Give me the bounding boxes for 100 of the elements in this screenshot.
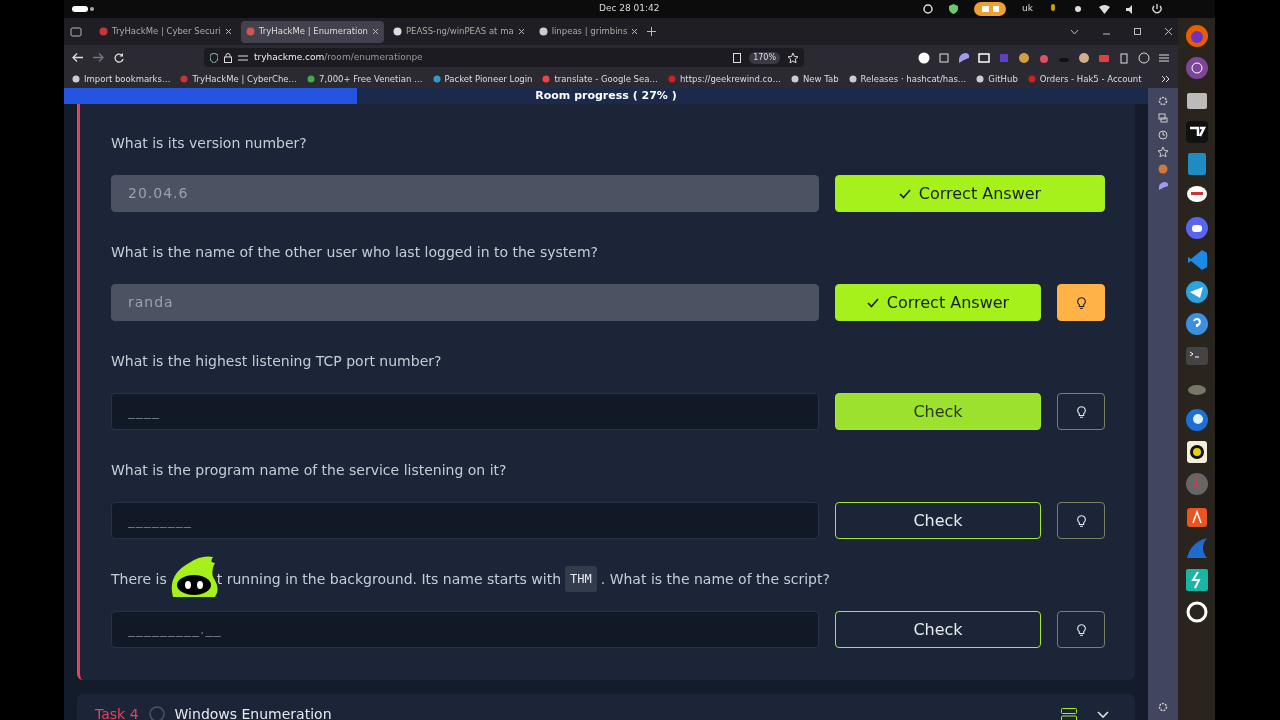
terminal-icon[interactable] — [1184, 344, 1209, 368]
menu-icon[interactable] — [1158, 51, 1170, 64]
bookmark-favicon — [432, 75, 441, 83]
bookmark-favicon — [790, 75, 799, 83]
cookie-icon[interactable] — [1018, 51, 1030, 64]
reader-view-icon[interactable] — [733, 52, 742, 63]
check-icon — [898, 188, 911, 199]
check-button[interactable]: Check — [835, 502, 1041, 539]
bookmark[interactable]: Orders - Hak5 - Account — [1027, 72, 1142, 86]
bookmark[interactable]: 7,000+ Free Venetian … — [307, 72, 423, 86]
check-button[interactable]: Check — [835, 611, 1041, 648]
question-text: What is the program name of the service listening on it? — [111, 460, 507, 480]
question-text: What is the name of the other user who last logged in to the system? — [111, 242, 598, 262]
maximize-icon[interactable] — [1134, 28, 1141, 35]
browser-tab[interactable]: TryHackMe | Cyber Securi — [94, 20, 237, 43]
gear-icon[interactable] — [1158, 702, 1168, 712]
reload-icon[interactable] — [114, 52, 124, 63]
lock-icon — [224, 52, 232, 63]
answer-field[interactable]: ________ — [111, 502, 819, 539]
bookmark-favicon — [180, 75, 189, 83]
bookmark-favicon — [848, 75, 857, 83]
activities-icon[interactable] — [72, 6, 94, 12]
fin-icon[interactable] — [1184, 536, 1209, 560]
ghost-icon[interactable] — [958, 51, 970, 64]
check-icon — [866, 297, 879, 308]
chat-icon[interactable] — [1184, 216, 1209, 240]
keyboard-layout[interactable]: uk — [1022, 2, 1033, 16]
browser-tab[interactable]: TryHackMe | Enumeration — [240, 20, 384, 43]
shield-icon — [210, 52, 218, 63]
tab-favicon — [392, 27, 402, 36]
correct-answer-button[interactable]: Correct Answer — [835, 284, 1041, 321]
bookmark[interactable]: Import bookmarks… — [72, 72, 171, 86]
bookmark[interactable]: TryHackMe | CyberChe… — [180, 72, 298, 86]
chevron-down-icon[interactable] — [1097, 711, 1109, 719]
bookmark[interactable]: Releases · hashcat/has… — [848, 72, 967, 86]
hint-button[interactable] — [1057, 611, 1105, 648]
close-icon[interactable] — [631, 28, 639, 35]
back-icon[interactable] — [72, 53, 83, 62]
browser-tab[interactable]: linpeas | grimbins — [533, 20, 644, 43]
star-icon[interactable] — [1158, 147, 1168, 157]
tab-overview-icon[interactable] — [70, 26, 82, 37]
speaker-icon[interactable] — [1184, 440, 1209, 464]
close-icon[interactable] — [371, 28, 379, 35]
history-icon[interactable] — [1158, 130, 1168, 140]
progress-label: Room progress ( 27% ) — [535, 88, 677, 104]
chevron-down-icon[interactable] — [1070, 28, 1079, 35]
send-icon[interactable] — [1184, 280, 1209, 304]
close-icon[interactable] — [224, 28, 232, 35]
lightbulb-icon — [1076, 296, 1086, 309]
bookmark-favicon — [307, 75, 316, 83]
forward-icon[interactable] — [93, 53, 104, 62]
bookmark[interactable]: New Tab — [790, 72, 839, 86]
correct-answer-button[interactable]: Correct Answer — [835, 175, 1105, 212]
question-text: . What is the name of the script? — [600, 569, 830, 589]
question-text: t running in the background. Its name starts with — [216, 569, 562, 589]
zoom-level[interactable]: 170% — [749, 51, 780, 64]
sync-icon[interactable] — [1158, 113, 1168, 123]
code-snippet: THM — [565, 566, 597, 592]
chevrons-right-icon[interactable] — [1161, 75, 1170, 83]
star-icon[interactable] — [788, 52, 798, 63]
chart-icon[interactable] — [1184, 120, 1209, 144]
close-icon[interactable] — [517, 28, 525, 35]
address-bar[interactable]: tryhackme.com/room/enumerationpe 170% — [204, 48, 804, 67]
answer-field[interactable]: ____ — [111, 393, 819, 430]
ghost-icon[interactable] — [1157, 181, 1169, 190]
lightbulb-icon — [1076, 405, 1086, 418]
bookmark[interactable]: https://geekrewind.co… — [667, 72, 781, 86]
sidebar-icon[interactable] — [978, 51, 990, 64]
microphone-icon[interactable] — [1049, 4, 1057, 14]
new-tab-icon[interactable] — [647, 27, 657, 36]
gear-icon[interactable] — [1158, 96, 1168, 106]
permissions-icon — [238, 53, 248, 62]
lightbulb-icon — [1076, 623, 1086, 636]
clock-icon[interactable] — [1184, 472, 1209, 496]
task-header[interactable]: Task 4 Windows Enumeration — [77, 694, 1135, 720]
shield-icon[interactable] — [949, 4, 959, 14]
check-button[interactable]: Check — [835, 393, 1041, 430]
close-icon[interactable] — [1165, 28, 1172, 35]
bolt-icon[interactable] — [1184, 568, 1209, 592]
stack-icon[interactable] — [1061, 708, 1077, 720]
answer-field[interactable]: _________.__ — [111, 611, 819, 648]
hint-button[interactable] — [1057, 502, 1105, 539]
bookmark[interactable]: GitHub — [976, 72, 1018, 86]
wifi-icon[interactable] — [1099, 4, 1110, 14]
question-text: What is the highest listening TCP port number? — [111, 351, 442, 371]
puzzle-icon[interactable] — [938, 51, 950, 64]
mail-icon[interactable] — [1184, 408, 1209, 432]
clock-text[interactable]: Dec 28 01:42 — [599, 2, 660, 16]
help-icon[interactable] — [1184, 312, 1209, 336]
bookmark-favicon — [976, 75, 985, 83]
cookie-icon[interactable] — [1158, 164, 1168, 174]
hint-button[interactable] — [1057, 393, 1105, 430]
browser-tab[interactable]: PEASS-ng/winPEAS at ma — [387, 20, 530, 43]
hint-button[interactable] — [1057, 284, 1105, 321]
tor-icon[interactable] — [1184, 56, 1209, 80]
bookmark[interactable]: translate - Google Sea… — [542, 72, 658, 86]
bookmark[interactable]: Packet Pioneer Login — [432, 72, 533, 86]
brightness-icon[interactable] — [1073, 4, 1083, 14]
screen-share-icon[interactable] — [974, 2, 1007, 16]
browser-icon[interactable] — [1184, 24, 1209, 48]
